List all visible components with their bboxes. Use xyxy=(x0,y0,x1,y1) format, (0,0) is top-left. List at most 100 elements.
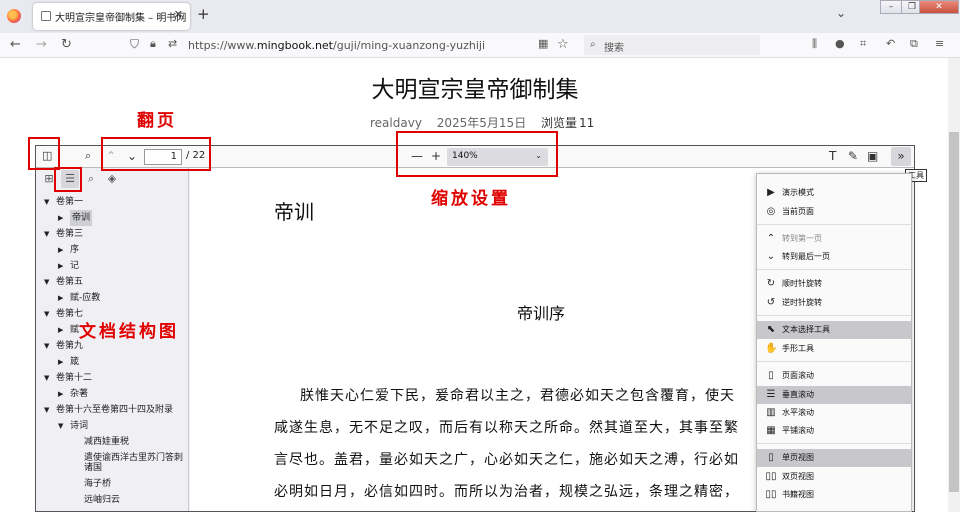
bookmark-star-icon[interactable]: ☆ xyxy=(557,37,569,52)
outline-item-label: 卷第五 xyxy=(56,277,84,287)
outline-item[interactable]: ▼ 卷第十六至卷第四十四及附录 xyxy=(36,402,189,418)
draw-tool-icon[interactable]: ✎ xyxy=(848,149,858,163)
app-menu-icon[interactable]: ≡ xyxy=(935,37,944,50)
expanded-twisty-icon[interactable]: ▼ xyxy=(44,226,49,242)
outline-item[interactable]: ▼ 卷第十二 xyxy=(36,370,189,386)
tools-menu-item[interactable]: ↻ 顺时针旋转 xyxy=(757,275,911,293)
tools-menu-item[interactable]: ↺ 逆时针旋转 xyxy=(757,294,911,312)
outline-item-label: 赋-应教 xyxy=(70,293,101,303)
expanded-twisty-icon[interactable]: ▼ xyxy=(44,370,49,386)
search-icon: ⌕ xyxy=(590,39,596,50)
expanded-twisty-icon[interactable]: ▼ xyxy=(44,194,49,210)
browser-nav-bar: ← → ↻ ⛉ 🔒︎ ⇄ https://www.mingbook.net/gu… xyxy=(0,33,960,58)
url-host: mingbook.net xyxy=(256,39,333,52)
outline-item[interactable]: ▼ 卷第一 xyxy=(36,194,189,210)
browser-tab-bar: 大明宣宗皇帝御制集 – 明书网 ✕ + ⌄ – ❐ ✕ xyxy=(0,0,960,33)
crop-icon[interactable]: ⌗ xyxy=(860,37,866,51)
collapsed-twisty-icon[interactable]: ▶ xyxy=(58,242,63,258)
text-tool-icon[interactable]: T xyxy=(829,149,836,163)
tools-menu-item[interactable]: ⌄ 转到最后一页 xyxy=(757,248,911,266)
extensions-icon[interactable]: ⧉ xyxy=(910,37,918,51)
undo-icon[interactable]: ↶ xyxy=(886,37,895,50)
outline-item[interactable]: ▶ 赋-应教 xyxy=(36,290,189,306)
tools-menu-item[interactable]: ✋ 手形工具 xyxy=(757,340,911,358)
author-link[interactable]: realdavy xyxy=(370,116,422,130)
menu-item-icon: ✋ xyxy=(765,343,778,354)
browser-tab[interactable]: 大明宣宗皇帝御制集 – 明书网 ✕ xyxy=(33,3,190,30)
menu-item-icon: ⬉ xyxy=(766,324,776,335)
tools-menu-item[interactable]: ▯ 页面滚动 xyxy=(757,367,911,385)
favicon-icon xyxy=(41,11,51,21)
outline-item[interactable]: ▶ 记 xyxy=(36,258,189,274)
outline-item[interactable]: ▶ 箴 xyxy=(36,354,189,370)
layers-tab-icon[interactable]: ◈ xyxy=(103,170,121,188)
menu-item-label: 转到第一页 xyxy=(782,234,822,243)
outline-item[interactable]: ▶ 帝训 xyxy=(36,210,189,226)
tools-menu-item[interactable]: ▯ 单页视图 xyxy=(757,449,911,467)
menu-separator xyxy=(757,315,911,316)
tools-menu-item[interactable]: ▯▯ 书籍视图 xyxy=(757,486,911,504)
new-tab-button[interactable]: + xyxy=(197,5,210,23)
expanded-twisty-icon[interactable]: ▼ xyxy=(44,402,49,418)
menu-separator xyxy=(757,224,911,225)
expanded-twisty-icon[interactable]: ▼ xyxy=(44,306,49,322)
search-box[interactable]: ⌕ 搜索 xyxy=(584,35,760,55)
tab-list-chevron-icon[interactable]: ⌄ xyxy=(836,6,846,20)
outline-item[interactable]: 海子桥 xyxy=(36,476,189,492)
outline-item[interactable]: 远岫归云 xyxy=(36,492,189,508)
chat-icon[interactable]: ● xyxy=(835,37,845,50)
outline-item[interactable]: ▼ 卷第三 xyxy=(36,226,189,242)
forward-arrow-icon[interactable]: → xyxy=(36,37,47,52)
close-window-button[interactable]: ✕ xyxy=(919,0,959,14)
section-heading: 帝训序 xyxy=(517,304,566,323)
library-icon[interactable]: ⫼ xyxy=(812,37,817,51)
expanded-twisty-icon[interactable]: ▼ xyxy=(44,338,49,354)
tools-menu-item[interactable]: ▦ 平铺滚动 xyxy=(757,422,911,440)
menu-item-icon: ▯▯ xyxy=(765,489,777,500)
shield-icon[interactable]: ⛉ xyxy=(130,37,139,52)
collapsed-twisty-icon[interactable]: ▶ xyxy=(58,322,63,338)
tab-title: 大明宣宗皇帝御制集 – 明书网 xyxy=(55,13,187,24)
address-bar[interactable]: https://www.mingbook.net/guji/ming-xuanz… xyxy=(188,39,485,52)
back-arrow-icon[interactable]: ← xyxy=(10,37,21,52)
minimize-window-button[interactable]: – xyxy=(880,0,902,14)
collapsed-twisty-icon[interactable]: ▶ xyxy=(58,354,63,370)
collapsed-twisty-icon[interactable]: ▶ xyxy=(58,210,63,226)
sidebar-toggle-highlight xyxy=(28,137,60,170)
outline-item[interactable]: ▶ 杂著 xyxy=(36,386,189,402)
menu-item-label: 书籍视图 xyxy=(782,490,814,499)
outline-item[interactable]: ▼ 卷第五 xyxy=(36,274,189,290)
tools-menu-item[interactable]: ☰ 垂直滚动 xyxy=(757,386,911,404)
menu-item-label: 垂直滚动 xyxy=(782,390,814,399)
outline-item-label: 杂著 xyxy=(70,389,89,399)
firefox-logo-icon[interactable] xyxy=(7,9,21,23)
find-icon[interactable]: ⌕ xyxy=(85,149,91,163)
expanded-twisty-icon[interactable]: ▼ xyxy=(44,274,49,290)
attachments-tab-icon[interactable]: ⌕ xyxy=(82,170,100,188)
tools-menu-item[interactable]: ▶ 演示模式 xyxy=(757,184,911,202)
permissions-icon[interactable]: ⇄ xyxy=(168,37,177,50)
tools-menu-item[interactable]: ▯▯ 双页视图 xyxy=(757,468,911,486)
outline-item[interactable]: 遣使谕西洋古里苏门答刺 诸国 xyxy=(36,450,189,476)
collapsed-twisty-icon[interactable]: ▶ xyxy=(58,290,63,306)
image-tool-icon[interactable]: ▣ xyxy=(867,149,878,163)
tools-menu-item[interactable]: ◎ 当前页面 xyxy=(757,203,911,221)
menu-separator xyxy=(757,361,911,362)
outline-item[interactable]: ▶ 序 xyxy=(36,242,189,258)
reload-icon[interactable]: ↻ xyxy=(61,37,72,52)
tools-menu-item[interactable]: ▥ 水平滚动 xyxy=(757,404,911,422)
page-scrollbar-thumb[interactable] xyxy=(949,132,959,492)
tools-menu-item[interactable]: ⬉ 文本选择工具 xyxy=(757,321,911,339)
outline-item[interactable]: 减西娃重税 xyxy=(36,434,189,450)
tools-menu-item[interactable]: ⌃ 转到第一页 xyxy=(757,230,911,248)
collapsed-twisty-icon[interactable]: ▶ xyxy=(58,258,63,274)
tools-button[interactable]: » xyxy=(891,147,911,166)
qr-code-icon[interactable]: ▦ xyxy=(538,37,548,50)
outline-item[interactable]: ▼ 诗词 xyxy=(36,418,189,434)
expanded-twisty-icon[interactable]: ▼ xyxy=(58,418,63,434)
menu-item-icon: ▯ xyxy=(768,452,774,463)
page-turn-annotation: 翻页 xyxy=(137,111,177,131)
lock-icon[interactable]: 🔒︎ xyxy=(150,37,156,51)
close-tab-icon[interactable]: ✕ xyxy=(174,8,183,21)
collapsed-twisty-icon[interactable]: ▶ xyxy=(58,386,63,402)
